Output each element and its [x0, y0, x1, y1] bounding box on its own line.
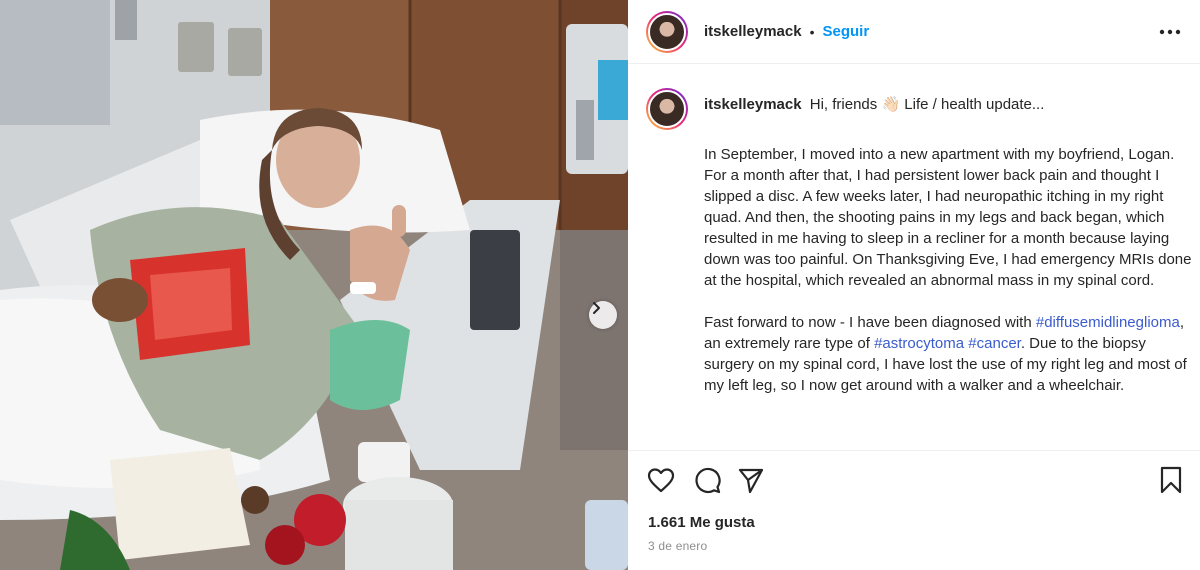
likes-count[interactable]: 1.661 Me gusta — [648, 514, 755, 531]
hashtag-link[interactable]: #cancer — [968, 335, 1021, 352]
post-photo — [0, 0, 628, 570]
more-options-icon — [1159, 29, 1181, 35]
post-details-panel: itskelleymack • Seguir itskelleymack Hi,… — [628, 0, 1200, 570]
caption-section: itskelleymack Hi, friends 👋🏻 Life / heal… — [646, 88, 1191, 448]
like-button[interactable] — [646, 465, 676, 495]
save-button[interactable] — [1156, 465, 1186, 495]
caption-body: In September, I moved into a new apartme… — [704, 144, 1191, 396]
caption-username[interactable]: itskelleymack — [704, 96, 802, 113]
carousel-next-button[interactable] — [589, 301, 617, 329]
comment-icon — [695, 467, 721, 494]
caption-first-line: itskelleymack Hi, friends 👋🏻 Life / heal… — [704, 88, 1044, 115]
chevron-right-icon — [593, 302, 600, 314]
header-username[interactable]: itskelleymack — [704, 23, 802, 40]
divider — [628, 450, 1200, 451]
caption-intro: Hi, friends 👋🏻 Life / health update... — [809, 96, 1045, 113]
caption-paragraph-2: Fast forward to now - I have been diagno… — [704, 312, 1191, 396]
hospital-scene-illustration — [0, 0, 628, 570]
caption-header: itskelleymack Hi, friends 👋🏻 Life / heal… — [646, 88, 1191, 130]
caption-text: Fast forward to now - I have been diagno… — [704, 314, 1036, 331]
caption-paragraph-1: In September, I moved into a new apartme… — [704, 146, 1191, 289]
heart-icon — [647, 468, 675, 493]
more-options-button[interactable] — [1158, 22, 1182, 42]
share-icon — [738, 468, 764, 494]
action-bar — [646, 465, 1186, 495]
separator-dot: • — [809, 23, 815, 40]
bookmark-icon — [1160, 466, 1182, 494]
caption-avatar[interactable] — [646, 88, 688, 130]
share-button[interactable] — [736, 465, 766, 495]
hashtag-link[interactable]: #astrocytoma — [874, 335, 964, 352]
hashtag-link[interactable]: #diffusemidlineglioma — [1036, 314, 1180, 331]
comment-button[interactable] — [692, 465, 722, 495]
post-header: itskelleymack • Seguir — [628, 0, 1200, 64]
avatar[interactable] — [646, 10, 688, 53]
post-date[interactable]: 3 de enero — [648, 539, 707, 553]
follow-button[interactable]: Seguir — [822, 23, 869, 40]
